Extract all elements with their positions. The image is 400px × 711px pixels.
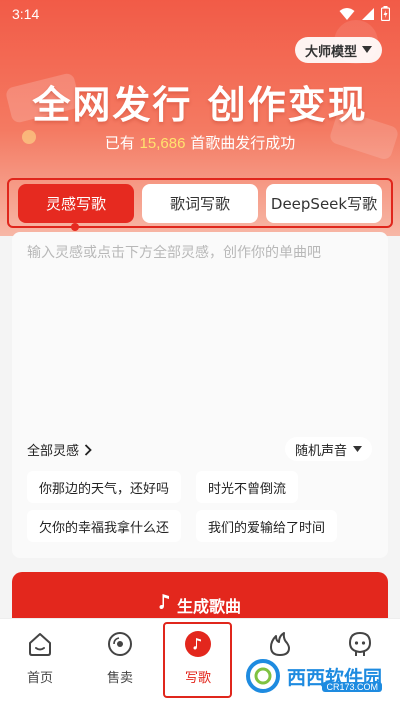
tab-inspiration[interactable]: 灵感写歌	[18, 184, 134, 223]
tab-label: 灵感写歌	[45, 195, 106, 213]
active-tab-indicator	[71, 223, 79, 231]
tab-lyrics[interactable]: 歌词写歌	[142, 184, 258, 223]
inspiration-chip[interactable]: 时光不曾倒流	[196, 471, 299, 503]
count-prefix: 已有	[104, 134, 140, 152]
tab-label: DeepSeek写歌	[270, 195, 378, 213]
inspiration-chip[interactable]: 欠你的幸福我拿什么还	[27, 510, 182, 542]
success-count-text: 已有 15,686 首歌曲发行成功	[0, 132, 400, 153]
status-icons	[339, 6, 390, 21]
status-time: 3:14	[12, 6, 40, 22]
flame-icon	[270, 632, 290, 656]
all-inspiration-label: 全部灵感	[27, 444, 80, 459]
music-note-icon	[159, 594, 169, 609]
home-icon	[29, 633, 51, 656]
inspiration-chip[interactable]: 我们的爱输给了时间	[196, 510, 338, 542]
caret-down-icon	[353, 445, 362, 452]
nav-item-home[interactable]: 首页	[10, 631, 70, 686]
page-headline: 全网发行 创作变现	[32, 83, 368, 127]
signal-icon	[362, 7, 374, 20]
tab-label: 歌词写歌	[169, 195, 230, 213]
battery-icon	[381, 6, 390, 21]
nav-label: 售卖	[106, 671, 133, 686]
nav-highlight-frame	[163, 622, 232, 698]
profile-icon	[348, 631, 372, 656]
model-selector-button[interactable]: 大师模型	[294, 37, 382, 63]
song-count: 15,686	[139, 135, 186, 152]
nav-item-sell[interactable]: 售卖	[90, 631, 150, 686]
chevron-right-icon	[84, 443, 92, 456]
random-voice-dropdown[interactable]: 随机声音	[284, 437, 372, 461]
watermark: 西西软件园 CR173.COM	[245, 658, 382, 694]
caret-down-icon	[362, 46, 372, 53]
model-label: 大师模型	[304, 44, 357, 60]
watermark-logo-icon	[245, 659, 280, 693]
tab-deepseek[interactable]: DeepSeek写歌	[266, 184, 382, 223]
status-bar: 3:14	[0, 0, 400, 28]
watermark-url: CR173.COM	[322, 682, 382, 692]
all-inspiration-link[interactable]: 全部灵感	[27, 440, 92, 459]
inspiration-chip[interactable]: 你那边的天气，还好吗	[27, 471, 182, 503]
count-suffix: 首歌曲发行成功	[185, 134, 296, 152]
inspiration-input[interactable]: 输入灵感或点击下方全部灵感，创作你的单曲吧	[27, 242, 373, 262]
random-voice-label: 随机声音	[294, 443, 347, 459]
nav-label: 首页	[26, 671, 53, 686]
vinyl-icon	[108, 632, 132, 656]
generate-label: 生成歌曲	[176, 597, 241, 616]
wifi-icon	[339, 7, 355, 20]
